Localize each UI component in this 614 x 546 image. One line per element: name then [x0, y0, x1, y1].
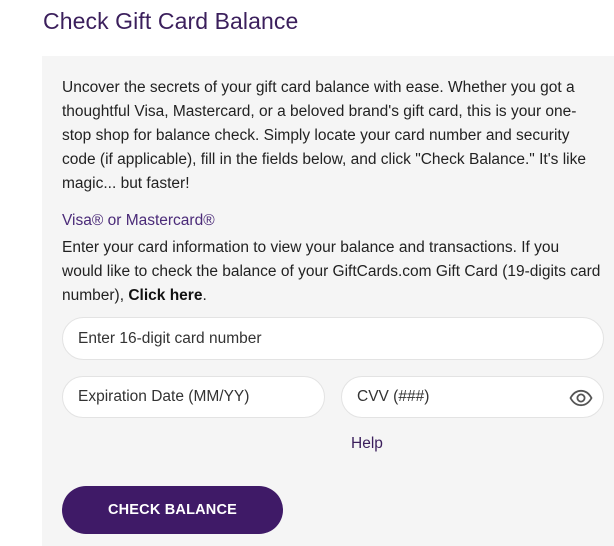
giftcards-click-here-link[interactable]: Click here: [128, 287, 202, 304]
cvv-input[interactable]: [342, 388, 603, 406]
check-balance-button[interactable]: CHECK BALANCE: [62, 486, 283, 534]
intro-text: Uncover the secrets of your gift card ba…: [62, 79, 586, 192]
description-period: .: [202, 287, 207, 304]
visa-mastercard-description: Enter your card information to view your…: [62, 236, 602, 308]
visa-mastercard-heading: Visa® or Mastercard®: [62, 212, 215, 229]
eye-icon-graphic: [569, 389, 593, 407]
expiration-date-input[interactable]: [63, 388, 324, 406]
card-number-input[interactable]: [63, 329, 603, 348]
help-link[interactable]: Help: [351, 435, 383, 453]
card-number-field[interactable]: [62, 317, 604, 360]
page-title: Check Gift Card Balance: [43, 8, 299, 34]
cvv-field[interactable]: [341, 376, 604, 418]
expiration-date-field[interactable]: [62, 376, 325, 418]
eye-icon[interactable]: [569, 386, 593, 410]
